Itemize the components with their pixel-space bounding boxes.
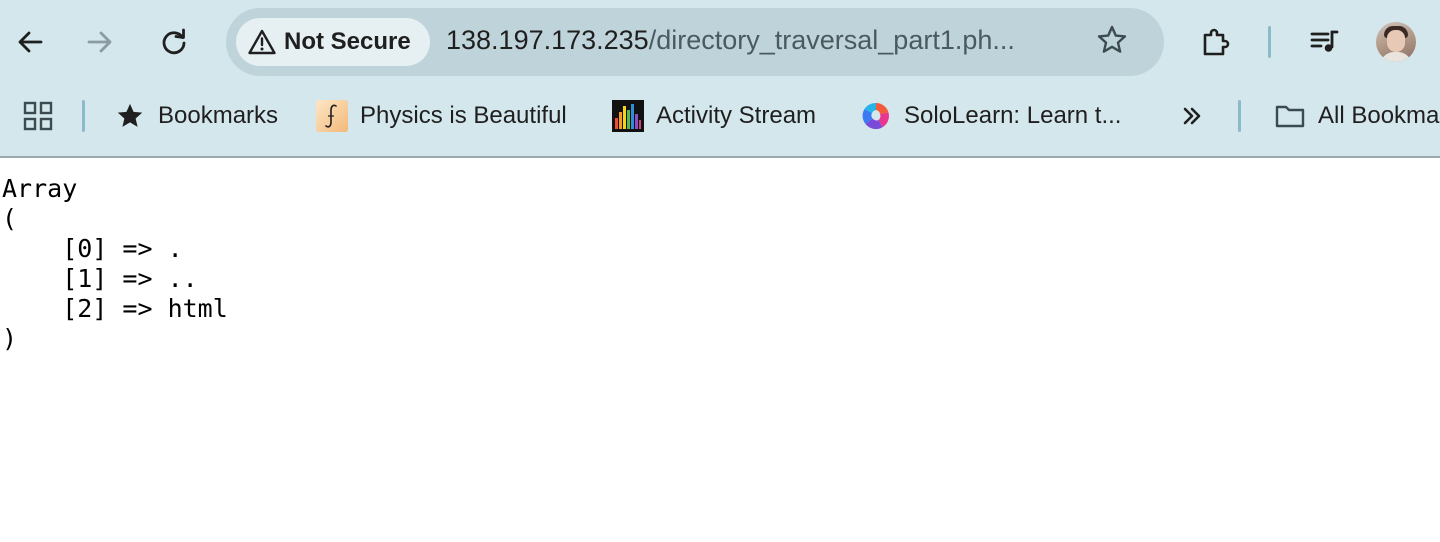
bookmark-item-sololearn[interactable]: SoloLearn: Learn t... <box>860 96 1121 136</box>
reload-button[interactable] <box>154 22 194 62</box>
output-line: ) <box>2 324 18 353</box>
chevron-double-right-icon <box>1176 100 1208 132</box>
address-bar[interactable]: Not Secure 138.197.173.235/directory_tra… <box>226 8 1164 76</box>
forward-button[interactable] <box>80 22 120 62</box>
browser-toolbar: Not Secure 138.197.173.235/directory_tra… <box>0 0 1440 84</box>
media-playlist-icon <box>1308 26 1340 58</box>
output-line: [2] => html <box>2 294 228 323</box>
bookmarks-overflow-button[interactable] <box>1176 96 1208 136</box>
output-line: [0] => . <box>2 234 183 263</box>
apps-grid-icon <box>22 100 54 132</box>
toolbar-divider <box>1268 26 1271 58</box>
bookmark-label: SoloLearn: Learn t... <box>904 102 1122 129</box>
bookmarks-divider <box>82 100 85 132</box>
bookmark-label: Activity Stream <box>656 102 817 129</box>
back-button[interactable] <box>10 22 50 62</box>
bookmark-item-activity-stream[interactable]: Activity Stream <box>612 96 816 136</box>
php-array-output: Array ( [0] => . [1] => .. [2] => html ) <box>2 174 228 354</box>
output-line: ( <box>2 204 18 233</box>
all-bookmarks-label: All Bookmarks <box>1318 102 1440 129</box>
extensions-button[interactable] <box>1196 22 1236 62</box>
url-host: 138.197.173.235 <box>446 25 649 55</box>
output-line: [1] => .. <box>2 264 198 293</box>
reload-icon <box>160 28 188 56</box>
all-bookmarks-button[interactable]: All Bookmarks <box>1274 96 1440 136</box>
bookmark-label: Physics is Beautiful <box>360 102 567 129</box>
browser-chrome: Not Secure 138.197.173.235/directory_tra… <box>0 0 1440 156</box>
bookmark-label: Bookmarks <box>158 102 279 129</box>
security-indicator[interactable]: Not Secure <box>236 18 430 66</box>
back-arrow-icon <box>16 28 44 56</box>
page-content: Array ( [0] => . [1] => .. [2] => html ) <box>0 158 1440 542</box>
url-path: /directory_traversal_part1.ph... <box>648 25 1015 55</box>
avatar[interactable] <box>1376 22 1416 62</box>
forward-arrow-icon <box>86 28 114 56</box>
physics-integral-icon <box>316 100 348 132</box>
activity-bars-icon <box>612 100 644 132</box>
bookmark-star-button[interactable] <box>1092 22 1132 62</box>
sololearn-icon <box>860 100 892 132</box>
folder-icon <box>1274 100 1306 132</box>
star-filled-icon <box>114 100 146 132</box>
star-outline-icon <box>1096 24 1128 61</box>
bookmark-item-bookmarks[interactable]: Bookmarks <box>114 96 278 136</box>
bookmarks-divider <box>1238 100 1241 132</box>
media-controls-button[interactable] <box>1304 22 1344 62</box>
warning-triangle-icon <box>248 28 276 56</box>
url-text[interactable]: 138.197.173.235/directory_traversal_part… <box>446 25 1015 56</box>
apps-button[interactable] <box>22 96 54 136</box>
security-label: Not Secure <box>284 28 411 55</box>
bookmark-item-physics-is-beautiful[interactable]: Physics is Beautiful <box>316 96 567 136</box>
puzzle-piece-icon <box>1200 26 1232 58</box>
bookmarks-bar: Bookmarks Physics is Beautiful Activity … <box>0 84 1440 148</box>
output-line: Array <box>2 174 78 203</box>
